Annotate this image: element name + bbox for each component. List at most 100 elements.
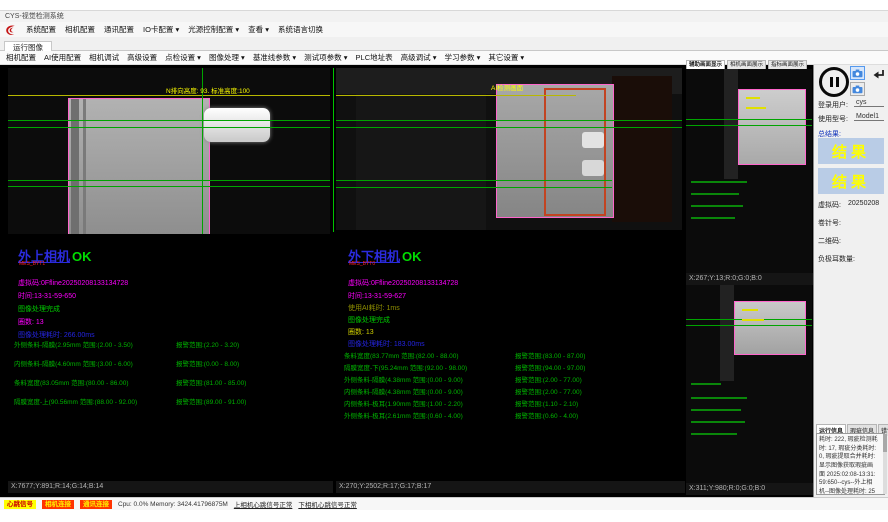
camera-view-button-1[interactable] bbox=[850, 66, 865, 80]
aux-annotation-mark bbox=[691, 409, 741, 411]
pin-number-label: 卷针号: bbox=[818, 218, 841, 228]
qr-code-label: 二维码: bbox=[818, 236, 841, 246]
aux-annotation-mark bbox=[691, 193, 739, 195]
left-done-text: 图像处理完成 bbox=[18, 304, 60, 314]
aux-annotation-mark bbox=[742, 309, 758, 311]
return-arrow-icon bbox=[871, 68, 885, 82]
menu-item-view[interactable]: 查看 ▾ bbox=[248, 24, 269, 35]
aux-tab-assist-display[interactable]: 辅助画面显示 bbox=[686, 60, 725, 69]
left-count-text: 圈数: 13 bbox=[18, 317, 44, 327]
aux-scene-frame bbox=[720, 285, 734, 381]
aux-top-camera-image[interactable] bbox=[686, 69, 812, 273]
menu-item-camera-config[interactable]: 相机配置 bbox=[65, 24, 95, 35]
menu-item-comm-config[interactable]: 通讯配置 bbox=[104, 24, 134, 35]
overlay-green-line bbox=[336, 180, 612, 181]
result-box-lower: 结果 bbox=[818, 168, 884, 194]
app-logo-icon bbox=[4, 24, 17, 36]
heartbeat-status-badge: 心跳信号 bbox=[4, 500, 36, 509]
pause-button[interactable] bbox=[819, 67, 849, 97]
left-scene-roller bbox=[204, 108, 270, 142]
camera-icon bbox=[852, 69, 863, 78]
center-pixel-caption: X:270;Y:2502;R:17;G:17;B:17 bbox=[336, 481, 685, 493]
log-textbox[interactable]: 耗时: 222, 瑕疵检测耗时: 17, 瑕疵分类耗时: 0, 瑕疵提取合并耗时… bbox=[816, 433, 885, 495]
aux-tab-metric-display[interactable]: 指标画面展示 bbox=[768, 60, 807, 69]
center-measure-row: 隔膜宽度-下(95.24mm 范围:(92.00 - 98.00) bbox=[344, 362, 467, 372]
menu-item-system-config[interactable]: 系统配置 bbox=[26, 24, 56, 35]
center-camera-ok-status: OK bbox=[402, 249, 422, 264]
tool-image-processing[interactable]: 图像处理 ▾ bbox=[209, 52, 245, 63]
menu-item-language[interactable]: 系统语言切换 bbox=[278, 24, 323, 35]
overlay-green-line bbox=[8, 120, 330, 121]
model-value[interactable]: Model1 bbox=[854, 113, 884, 121]
menu-item-light-config[interactable]: 光源控制配置 ▾ bbox=[188, 24, 239, 35]
camera-icon bbox=[852, 85, 863, 94]
tool-advanced-debug[interactable]: 高级调试 ▾ bbox=[401, 52, 437, 63]
overlay-green-line bbox=[8, 127, 330, 128]
login-user-value[interactable]: cys bbox=[854, 99, 884, 107]
left-time-text: 时间:13-31-59-650 bbox=[18, 291, 76, 301]
tool-other-settings[interactable]: 其它设置 ▾ bbox=[488, 52, 524, 63]
overlay-yellow-line bbox=[8, 95, 330, 96]
virtual-code-label: 虚拟码: bbox=[818, 200, 841, 210]
left-alarm-range: 报警范围:(81.00 - 85.00) bbox=[176, 377, 246, 387]
tool-spotcheck-settings[interactable]: 点检设置 ▾ bbox=[165, 52, 201, 63]
result-box-upper: 结果 bbox=[818, 138, 884, 164]
status-bar: 心跳信号 相机连接 通讯连接 Cpu: 0.0% Memory: 3424.41… bbox=[0, 497, 888, 510]
log-scrollbar[interactable] bbox=[883, 434, 887, 494]
center-measure-row: 条料宽度(83.77mm 范围:(82.00 - 88.00) bbox=[344, 350, 459, 360]
center-measure-row: 外侧条料-极耳(2.61mm 范围:(0.60 - 4.00) bbox=[344, 410, 463, 420]
aux-tab-strip: 辅助画面显示 相机画面展示 指标画面展示 bbox=[686, 60, 813, 69]
left-alarm-range: 报警范围:(2.20 - 3.20) bbox=[176, 339, 239, 349]
center-time-text: 时间:13-31-59-627 bbox=[348, 291, 406, 301]
center-measure-row: 外侧条料-隔膜(4.38mm 范围:(0.00 - 9.00) bbox=[344, 374, 463, 384]
center-camera-image[interactable]: AI检测画面 bbox=[336, 68, 682, 230]
aux-tab-camera-display[interactable]: 相机画面展示 bbox=[727, 60, 766, 69]
center-scene-highlight bbox=[582, 132, 604, 148]
left-alarm-range: 报警范围:(89.00 - 91.00) bbox=[176, 396, 246, 406]
aux-annotation-mark bbox=[691, 433, 737, 435]
center-measure-row: 内侧条料-极耳(1.90mm 范围:(1.00 - 2.20) bbox=[344, 398, 463, 408]
aux-annotation-mark bbox=[691, 421, 745, 423]
overlay-green-line bbox=[686, 325, 812, 326]
aux-scene-block bbox=[738, 89, 806, 165]
center-alarm-range: 报警范围:(0.60 - 4.00) bbox=[515, 410, 578, 420]
overlay-yellow-line bbox=[336, 95, 576, 96]
menu-item-io-config[interactable]: IO卡配置 ▾ bbox=[143, 24, 179, 35]
overlay-green-line bbox=[336, 120, 682, 121]
tool-camera-debug[interactable]: 相机调试 bbox=[89, 52, 119, 63]
left-measure-row: 内侧条料-隔膜(4.60mm 范围:(3.00 - 6.00) bbox=[14, 358, 133, 368]
camera-view-button-2[interactable] bbox=[850, 82, 865, 96]
left-mes-tag: MES_BYT1 bbox=[19, 261, 45, 267]
tool-baseline-params[interactable]: 基准线参数 ▾ bbox=[253, 52, 296, 63]
overlay-green-line bbox=[336, 127, 682, 128]
tool-test-params[interactable]: 测试项参数 ▾ bbox=[304, 52, 347, 63]
left-measure-row: 条料宽度(83.05mm 范围:(80.00 - 86.00) bbox=[14, 377, 129, 387]
result-box-lower-text: 结果 bbox=[832, 171, 870, 192]
overlay-green-line bbox=[336, 187, 612, 188]
menu-bar: 系统配置 相机配置 通讯配置 IO卡配置 ▾ 光源控制配置 ▾ 查看 ▾ 系统语… bbox=[0, 22, 888, 37]
cpu-memory-text: Cpu: 0.0% Memory: 3424.41796875M bbox=[118, 501, 228, 508]
aux-annotation-mark bbox=[746, 107, 766, 109]
center-alarm-range: 报警范围:(83.00 - 87.00) bbox=[515, 350, 585, 360]
back-arrow-button[interactable] bbox=[869, 66, 886, 83]
left-camera-image[interactable]: N排向高度: 93. 标准高度:100 bbox=[8, 68, 330, 234]
aux-annotation-mark bbox=[691, 181, 747, 183]
tool-camera-config[interactable]: 相机配置 bbox=[6, 52, 36, 63]
tool-learning-params[interactable]: 学习参数 ▾ bbox=[444, 52, 480, 63]
ai-detect-rect bbox=[544, 88, 606, 216]
overlay-green-line bbox=[686, 119, 812, 120]
center-barcode-text: 虚拟码:0Ffline20250208133134728 bbox=[348, 278, 458, 288]
aux-bottom-camera-image[interactable] bbox=[686, 285, 812, 483]
center-scene-highlight bbox=[582, 160, 604, 176]
result-box-upper-text: 结果 bbox=[832, 141, 870, 162]
neg-tab-count-label: 负极耳数量: bbox=[818, 254, 855, 264]
camera-connect-badge: 相机连接 bbox=[42, 500, 74, 509]
tool-advanced-settings[interactable]: 高级设置 bbox=[127, 52, 157, 63]
up-camera-heartbeat-text: 上相机心跳信号正常 bbox=[234, 499, 293, 509]
tool-plc-address[interactable]: PLC地址表 bbox=[356, 52, 393, 63]
center-count-text: 圈数: 13 bbox=[348, 327, 374, 337]
tool-ai-config[interactable]: AI使用配置 bbox=[44, 52, 81, 63]
center-scene-frame bbox=[356, 94, 486, 230]
center-elapsed-text: 图像处理耗时: 183.00ms bbox=[348, 339, 425, 349]
overlay-green-line bbox=[8, 180, 330, 181]
